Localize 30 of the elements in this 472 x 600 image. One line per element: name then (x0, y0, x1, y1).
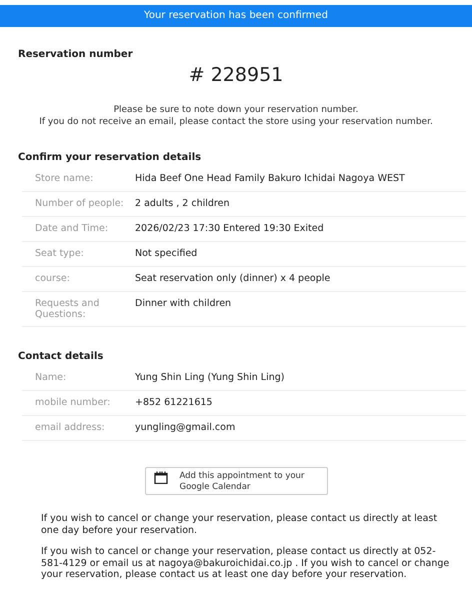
field-value: yungling@gmail.com (135, 422, 236, 434)
confirmation-banner: Your reservation has been confirmed (0, 5, 472, 27)
section-heading: Contact details (18, 351, 104, 362)
field-value: Seat reservation only (dinner) x 4 people (135, 273, 332, 285)
section-heading: Reservation number (18, 49, 134, 60)
field-label: email address: (35, 422, 106, 433)
field-value: +852 61221615 (135, 397, 214, 409)
field-label: Seat type: (35, 248, 85, 259)
field-value: Hida Beef One Head Family Bakuro Ichidai Nagoya WEST (135, 173, 406, 185)
field-value: Dinner with children (135, 298, 232, 310)
field-label: Requests and Questions: (35, 298, 100, 320)
calendar-icon (154, 471, 168, 484)
field-label: Number of people: (35, 198, 125, 209)
field-value: 2026/02/23 17:30 Entered 19:30 Exited (135, 223, 325, 235)
email-link[interactable]: nagoya@bakuroichidai.co.jp (158, 558, 292, 568)
policy-paragraph: If you wish to cancel or change your reservation, please contact us directly at least one day before your reservation. (41, 513, 438, 536)
field-label: Store name: (35, 173, 94, 184)
policy-paragraph: If you wish to cancel or change your reservation, please contact us directly at 052-581-4129 or email us at nagoya@bakuroichidai.co.jp . If you wish to cancel or change your reservation, please contact us at least one day before your reservation. (41, 546, 450, 580)
field-value: Not specified (135, 248, 198, 260)
section-heading: Confirm your reservation details (18, 152, 202, 163)
field-label: course: (35, 273, 71, 284)
field-value: 2 adults , 2 children (135, 198, 230, 210)
note-text: If you do not receive an email, please contact the store using your reservation number. (38, 116, 434, 128)
reservation-number: # 228951 (188, 64, 284, 86)
field-value: Yung Shin Ling (Yung Shin Ling) (135, 372, 286, 384)
field-label: Name: (35, 372, 68, 383)
note-text: Please be sure to note down your reservation number. (112, 104, 360, 116)
field-label: Date and Time: (35, 223, 110, 234)
field-label: mobile number: (35, 397, 112, 408)
add-to-calendar-button[interactable]: Add this appointment to your Google Calendar (144, 467, 328, 495)
